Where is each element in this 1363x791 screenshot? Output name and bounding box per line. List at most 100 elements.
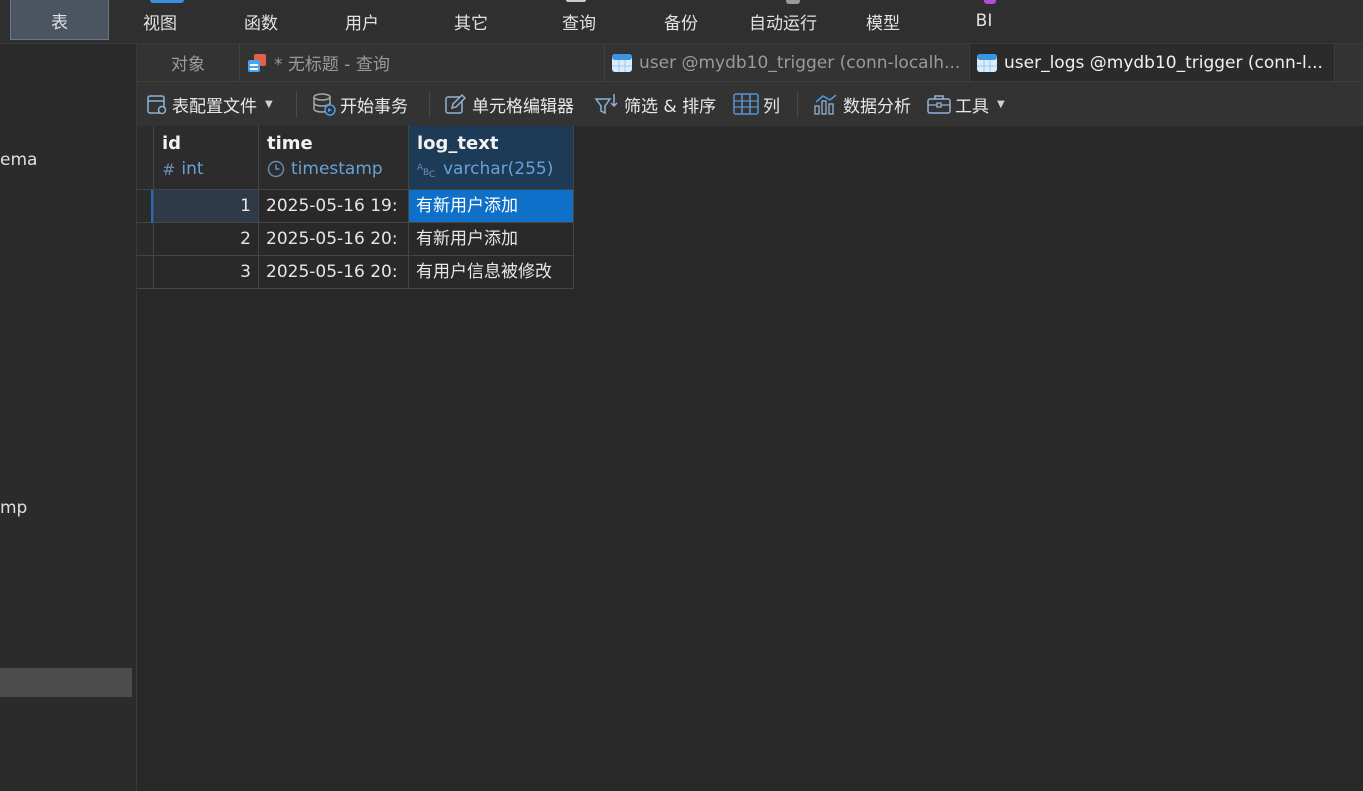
ribbon-query-label: 查询 <box>562 13 596 34</box>
cell-value: 2025-05-16 20: <box>266 229 398 249</box>
cell-value: 2025-05-16 20: <box>266 262 398 282</box>
column-header-log-text[interactable]: log_text ABC varchar(255) <box>409 126 574 190</box>
ribbon-other-button[interactable]: 其它 <box>438 0 504 40</box>
toolbar-divider <box>797 92 798 118</box>
column-header-id[interactable]: id # int <box>154 126 259 190</box>
ribbon-function-button[interactable]: 函数 <box>228 0 294 40</box>
sidebar-item-timestamp[interactable]: mp <box>0 498 27 518</box>
table-cell-log-text-selected[interactable]: 有新用户添加 <box>409 190 574 223</box>
column-name: log_text <box>417 133 499 154</box>
ribbon-function-label: 函数 <box>244 13 278 34</box>
filter-sort-button[interactable]: 筛选 & 排序 <box>594 82 716 126</box>
sidebar-selected-row[interactable] <box>0 668 132 697</box>
cell-value: 1 <box>240 196 251 216</box>
cell-value: 3 <box>240 262 251 282</box>
cell-value: 2 <box>240 229 251 249</box>
ribbon-bi-button[interactable]: BI <box>955 0 1013 40</box>
columns-button[interactable]: 列 <box>733 82 780 126</box>
data-analysis-button[interactable]: 数据分析 <box>813 82 911 126</box>
query-tab-icon <box>246 52 268 74</box>
cell-editor-label: 单元格编辑器 <box>472 96 574 117</box>
table-cell-id[interactable]: 3 <box>154 256 259 289</box>
tab-query[interactable]: * 无标题 - 查询 <box>240 44 605 81</box>
tab-user-logs-label: user_logs @mydb10_trigger (conn-l... <box>1004 52 1323 73</box>
row-marker[interactable] <box>137 223 154 256</box>
column-type: # int <box>162 159 204 179</box>
table-cell-log-text[interactable]: 有用户信息被修改 <box>409 256 574 289</box>
ribbon-automation-button[interactable]: 自动运行 <box>740 0 826 40</box>
column-name: id <box>162 133 182 154</box>
filter-icon <box>594 94 618 115</box>
begin-transaction-button[interactable]: 开始事务 <box>312 82 408 126</box>
column-type-label: int <box>181 159 204 179</box>
svg-text:C: C <box>429 170 435 178</box>
toolbar-divider <box>296 92 297 118</box>
tab-query-label: * 无标题 - 查询 <box>274 55 390 75</box>
table-cell-time[interactable]: 2025-05-16 20: <box>259 223 409 256</box>
table-icon <box>976 52 998 74</box>
sidebar-item-schema[interactable]: ema <box>0 150 37 170</box>
table-profile-button[interactable]: 表配置文件 ▼ <box>146 82 273 126</box>
ribbon-model-button[interactable]: 模型 <box>850 0 916 40</box>
table-cell-id[interactable]: 1 <box>154 190 259 223</box>
dropdown-caret-icon: ▼ <box>997 98 1005 110</box>
dropdown-caret-icon: ▼ <box>265 98 273 110</box>
tab-bar: 对象 * 无标题 - 查询 user @mydb10_trigger (conn… <box>137 44 1363 82</box>
tools-label: 工具 <box>955 96 989 117</box>
column-type-label: varchar(255) <box>443 159 554 179</box>
table-profile-icon <box>147 95 167 115</box>
table-icon <box>611 52 633 74</box>
cell-editor-button[interactable]: 单元格编辑器 <box>444 82 574 126</box>
ribbon-automation-label: 自动运行 <box>749 13 817 34</box>
tab-user-table-label: user @mydb10_trigger (conn-localh... <box>639 52 961 73</box>
table-toolbar: 表配置文件 ▼ 开始事务 单元格编辑器 筛选 & 排序 列 数据分析 工具 ▼ <box>137 82 1363 127</box>
clock-icon <box>267 160 285 178</box>
tools-button[interactable]: 工具 ▼ <box>927 82 1005 126</box>
ribbon-backup-label: 备份 <box>664 13 698 34</box>
ribbon-table-button[interactable]: 表 <box>10 0 109 40</box>
cell-value: 有用户信息被修改 <box>416 262 552 282</box>
grid-corner <box>137 126 154 190</box>
ribbon-model-label: 模型 <box>866 13 900 34</box>
filter-sort-label: 筛选 & 排序 <box>624 96 717 117</box>
column-type: ABC varchar(255) <box>417 159 553 179</box>
cell-value: 2025-05-16 19: <box>266 196 398 216</box>
sidebar-item-label: ema <box>0 150 38 170</box>
column-type-label: timestamp <box>291 159 383 179</box>
ribbon-user-button[interactable]: 用户 <box>330 0 394 40</box>
toolbox-icon <box>927 95 951 114</box>
data-analysis-label: 数据分析 <box>843 96 911 117</box>
ribbon-backup-button[interactable]: 备份 <box>648 0 714 40</box>
row-marker[interactable] <box>137 190 154 223</box>
ribbon-query-button[interactable]: 查询 <box>546 0 612 40</box>
columns-icon <box>733 93 759 115</box>
table-cell-time[interactable]: 2025-05-16 20: <box>259 256 409 289</box>
text-type-icon: ABC <box>417 163 435 178</box>
tab-user-logs-table[interactable]: user_logs @mydb10_trigger (conn-l... <box>970 44 1335 81</box>
row-marker[interactable] <box>137 256 154 289</box>
ribbon-table-label: 表 <box>51 13 68 33</box>
table-cell-time[interactable]: 2025-05-16 19: <box>259 190 409 223</box>
ribbon-view-button[interactable]: 视图 <box>128 0 192 40</box>
tab-objects-label: 对象 <box>171 55 205 75</box>
sidebar-item-label: mp <box>0 498 28 518</box>
main-ribbon: 表 视图 函数 用户 其它 查询 备份 自动运行 模型 BI <box>0 0 1363 44</box>
ribbon-view-label: 视图 <box>143 13 177 34</box>
column-type: timestamp <box>267 159 383 179</box>
begin-transaction-label: 开始事务 <box>340 96 408 117</box>
ribbon-bi-label: BI <box>975 11 993 31</box>
navigation-pane: ema mp <box>0 44 137 791</box>
table-cell-id[interactable]: 2 <box>154 223 259 256</box>
analysis-chart-icon <box>814 94 837 115</box>
transaction-icon <box>313 93 336 116</box>
tab-user-table[interactable]: user @mydb10_trigger (conn-localh... <box>605 44 970 81</box>
table-cell-log-text[interactable]: 有新用户添加 <box>409 223 574 256</box>
ribbon-other-label: 其它 <box>454 13 488 34</box>
table-profile-label: 表配置文件 <box>172 96 257 117</box>
cell-value: 有新用户添加 <box>416 229 518 249</box>
column-header-time[interactable]: time timestamp <box>259 126 409 190</box>
ribbon-user-label: 用户 <box>345 13 379 34</box>
tab-objects[interactable]: 对象 <box>137 44 240 81</box>
toolbar-divider <box>429 92 430 118</box>
cell-value: 有新用户添加 <box>416 196 518 216</box>
